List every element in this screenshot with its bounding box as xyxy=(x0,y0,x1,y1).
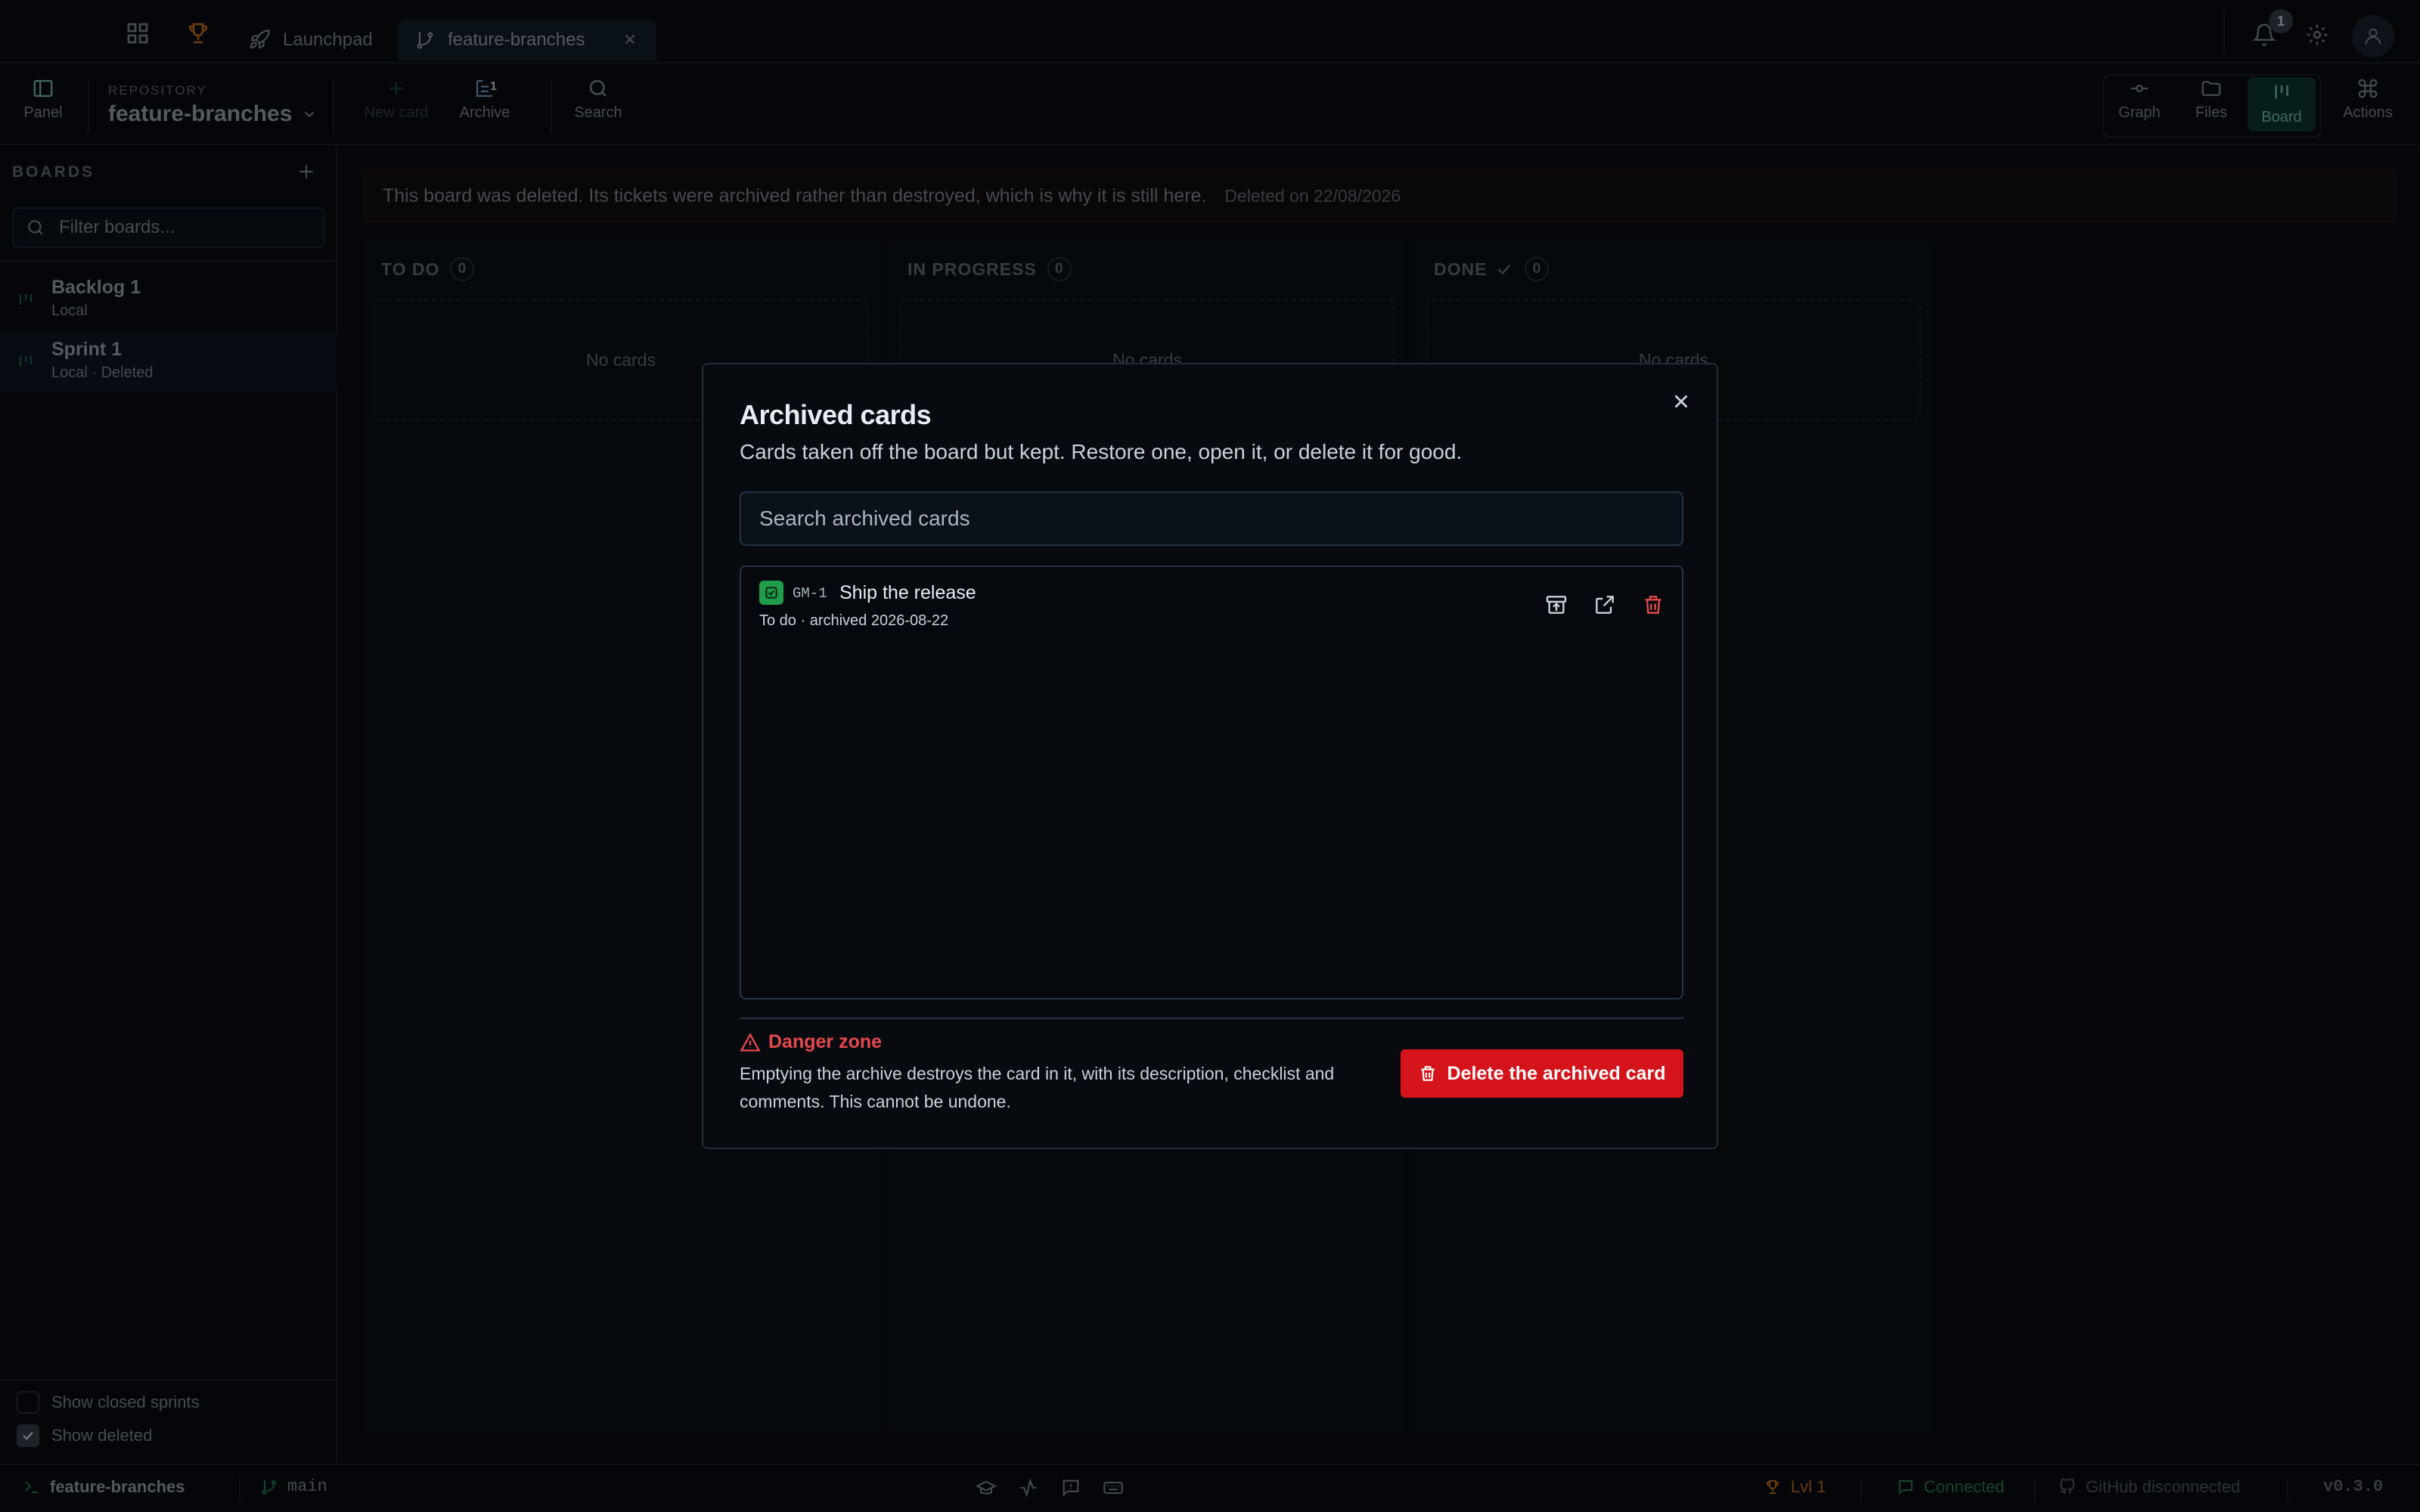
dialog-title: Archived cards xyxy=(740,399,932,430)
delete-archived-card-button[interactable]: Delete the archived card xyxy=(1401,1049,1683,1098)
card-meta: To do · archived 2026-08-22 xyxy=(759,612,949,629)
list-item: GM-1 Ship the release To do · archived 2… xyxy=(741,567,1682,635)
external-link-icon[interactable] xyxy=(1593,593,1617,617)
restore-icon[interactable] xyxy=(1544,593,1568,617)
archived-cards-dialog: Archived cards Cards taken off the board… xyxy=(702,363,1718,1149)
search-archived-input[interactable] xyxy=(740,491,1683,546)
archived-card-list: GM-1 Ship the release To do · archived 2… xyxy=(740,565,1683,999)
trash-icon[interactable] xyxy=(1641,593,1665,617)
dialog-subtitle: Cards taken off the board but kept. Rest… xyxy=(740,440,1463,463)
card-type-icon xyxy=(759,581,783,605)
danger-title-label: Danger zone xyxy=(768,1031,883,1052)
divider xyxy=(740,1018,1683,1019)
trash-icon xyxy=(1421,1066,1435,1081)
card-id: GM-1 xyxy=(793,585,827,602)
close-icon[interactable] xyxy=(1670,390,1692,413)
card-title: Ship the release xyxy=(839,582,976,603)
delete-button-label: Delete the archived card xyxy=(1447,1062,1666,1084)
danger-zone-description: Emptying the archive destroys the card i… xyxy=(740,1064,1335,1111)
warning-icon xyxy=(740,1032,761,1052)
danger-zone-title: Danger zone xyxy=(740,1031,882,1053)
